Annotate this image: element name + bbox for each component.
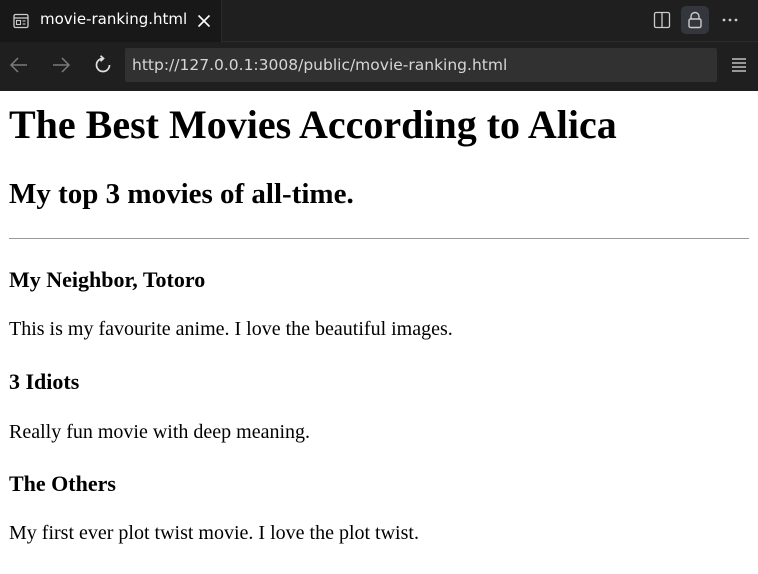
tab-bar: movie-ranking.html (0, 0, 758, 42)
lock-icon (688, 11, 702, 29)
back-arrow-icon (9, 57, 27, 73)
page-subheading: My top 3 movies of all-time. (9, 178, 354, 210)
menu-button[interactable] (726, 52, 752, 78)
url-field[interactable]: http://127.0.0.1:3008/public/movie-ranki… (125, 48, 717, 82)
movie-title: 3 Idiots (9, 369, 80, 394)
split-editor-button[interactable] (648, 6, 676, 34)
forward-arrow-icon (53, 57, 71, 73)
navigation-bar: http://127.0.0.1:3008/public/movie-ranki… (0, 42, 758, 91)
preview-icon (13, 13, 29, 29)
split-editor-icon (653, 11, 671, 29)
forward-button[interactable] (48, 52, 74, 78)
reload-icon (95, 55, 111, 73)
more-actions-button[interactable] (716, 6, 744, 34)
lock-button[interactable] (681, 6, 709, 34)
movie-description: My first ever plot twist movie. I love t… (9, 522, 419, 544)
divider (9, 238, 749, 239)
tab-movie-ranking[interactable]: movie-ranking.html (0, 0, 222, 42)
movie-description: Really fun movie with deep meaning. (9, 421, 311, 443)
movie-description: This is my favourite anime. I love the b… (9, 318, 453, 340)
page-heading: The Best Movies According to Alica (9, 102, 617, 147)
menu-icon (732, 58, 746, 72)
back-button[interactable] (6, 52, 32, 78)
more-icon (722, 18, 738, 22)
close-icon[interactable] (195, 12, 213, 30)
tab-title: movie-ranking.html (40, 10, 188, 28)
movie-title: The Others (9, 471, 116, 496)
page-content: The Best Movies According to Alica My to… (0, 91, 758, 574)
movie-title: My Neighbor, Totoro (9, 267, 206, 292)
reload-button[interactable] (90, 52, 116, 78)
